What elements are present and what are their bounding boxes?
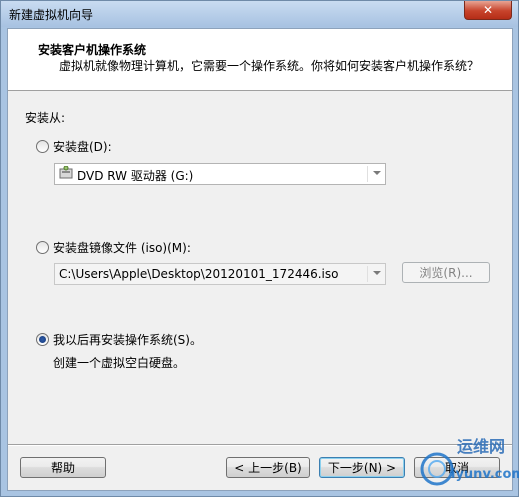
install-later-note: 创建一个虚拟空白硬盘。 bbox=[53, 356, 186, 370]
page-description: 虚拟机就像物理计算机，它需要一个操作系统。你将如何安装客户机操作系统？ bbox=[59, 59, 480, 73]
title-bar[interactable]: 新建虚拟机向导 ✕ bbox=[1, 1, 518, 27]
back-button[interactable]: < 上一步(B) bbox=[226, 457, 310, 478]
radio-install-later[interactable] bbox=[36, 333, 49, 346]
install-later-label[interactable]: 我以后再安装操作系统(S)。 bbox=[53, 331, 202, 348]
install-iso-label[interactable]: 安装盘镜像文件 (iso)(M): bbox=[53, 239, 191, 256]
install-from-label: 安装从: bbox=[25, 111, 66, 125]
wizard-body: 安装客户机操作系统 虚拟机就像物理计算机，它需要一个操作系统。你将如何安装客户机… bbox=[7, 28, 513, 491]
chevron-down-icon[interactable] bbox=[373, 271, 381, 275]
next-button[interactable]: 下一步(N) > bbox=[319, 457, 405, 478]
radio-install-disc[interactable] bbox=[36, 140, 49, 153]
help-button[interactable]: 帮助 bbox=[20, 457, 106, 478]
install-disc-label[interactable]: 安装盘(D): bbox=[53, 138, 112, 155]
close-button[interactable]: ✕ bbox=[464, 1, 512, 20]
window-title: 新建虚拟机向导 bbox=[9, 8, 94, 22]
radio-install-iso[interactable] bbox=[36, 241, 49, 254]
page-title: 安装客户机操作系统 bbox=[38, 43, 147, 57]
disc-drive-select[interactable]: DVD RW 驱动器 (G:) bbox=[54, 163, 386, 185]
iso-path-select[interactable]: C:\Users\Apple\Desktop\20120101_172446.i… bbox=[54, 263, 386, 285]
combo-separator bbox=[367, 266, 368, 282]
browse-button[interactable]: 浏览(R)... bbox=[402, 262, 490, 283]
disc-drive-value: DVD RW 驱动器 (G:) bbox=[77, 169, 194, 183]
watermark-text-domain: iyunv.com bbox=[451, 467, 519, 482]
iso-path-value: C:\Users\Apple\Desktop\20120101_172446.i… bbox=[59, 267, 339, 281]
watermark-text-cn: 运维网 bbox=[457, 437, 506, 456]
watermark: 运维网 iyunv.com bbox=[413, 433, 519, 489]
dvd-drive-icon bbox=[59, 166, 73, 179]
wizard-header: 安装客户机操作系统 虚拟机就像物理计算机，它需要一个操作系统。你将如何安装客户机… bbox=[8, 29, 512, 91]
wizard-window: 新建虚拟机向导 ✕ 安装客户机操作系统 虚拟机就像物理计算机，它需要一个操作系统… bbox=[0, 0, 519, 497]
combo-separator bbox=[367, 166, 368, 182]
chevron-down-icon[interactable] bbox=[373, 171, 381, 175]
